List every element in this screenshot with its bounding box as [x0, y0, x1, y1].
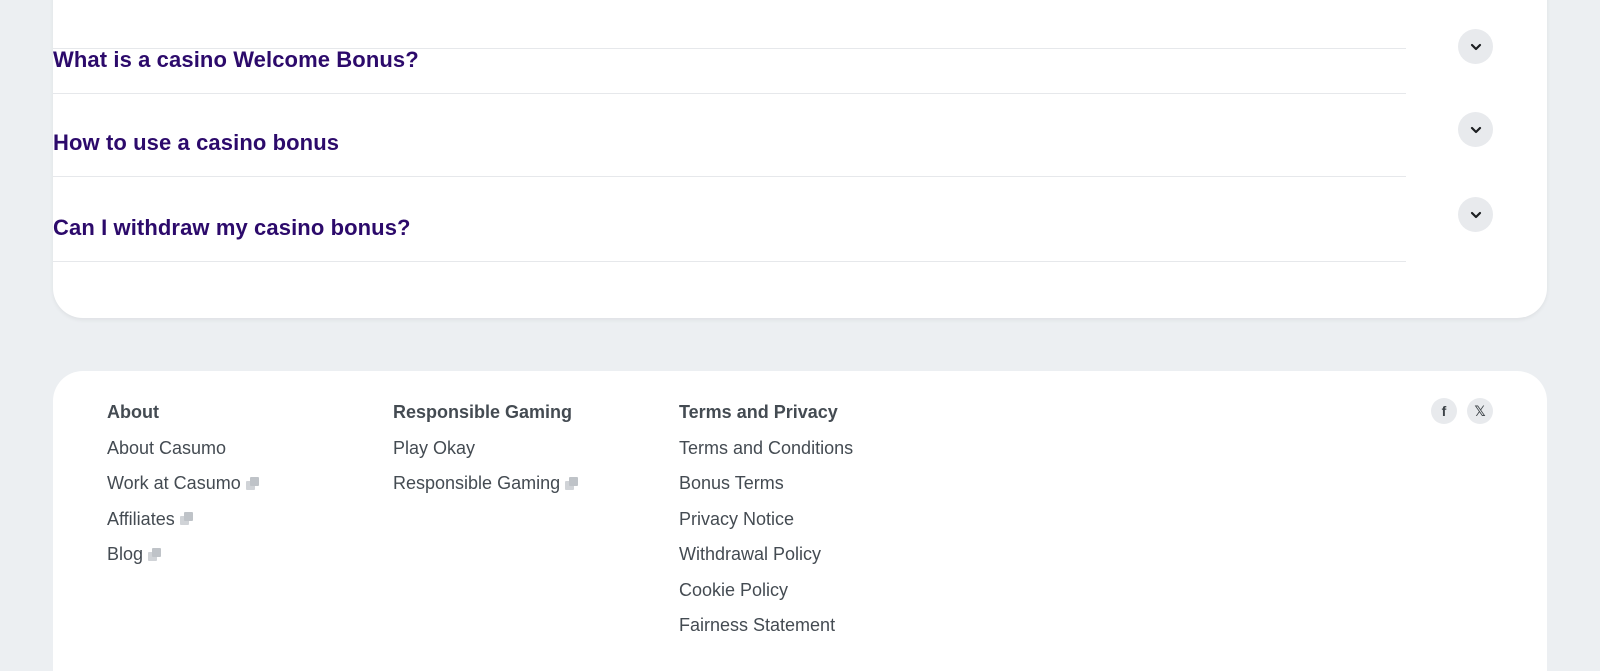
footer-link-work-at-casumo[interactable]: Work at Casumo	[107, 472, 259, 494]
link-label[interactable]: Blog	[107, 543, 143, 565]
external-link-icon	[179, 512, 193, 525]
x-glyph: 𝕏	[1474, 402, 1486, 419]
x-twitter-icon[interactable]: 𝕏	[1467, 398, 1493, 424]
footer-heading: Terms and Privacy	[679, 402, 838, 422]
facebook-icon[interactable]: f	[1431, 398, 1457, 424]
footer-link-withdrawal-policy[interactable]: Withdrawal Policy	[679, 543, 853, 565]
footer-column-responsible-gaming: Responsible Gaming Play Okay Responsible…	[393, 401, 579, 494]
faq-question[interactable]: What is a casino Welcome Bonus?	[53, 47, 419, 73]
footer-link-privacy-notice[interactable]: Privacy Notice	[679, 508, 853, 530]
link-label[interactable]: Privacy Notice	[679, 508, 794, 530]
link-label[interactable]: Terms and Conditions	[679, 437, 853, 459]
footer-link-play-okay[interactable]: Play Okay	[393, 437, 578, 459]
footer-column-about: About About Casumo Work at Casumo Affili…	[107, 401, 259, 565]
footer-heading: Responsible Gaming	[393, 402, 573, 422]
link-label[interactable]: Work at Casumo	[107, 472, 241, 494]
faq-item[interactable]: What is a casino Welcome Bonus?	[53, 9, 1493, 94]
footer-link-bonus-terms[interactable]: Bonus Terms	[679, 472, 853, 494]
link-label[interactable]: Fairness Statement	[679, 614, 835, 636]
faq-question[interactable]: Can I withdraw my casino bonus?	[53, 215, 411, 241]
footer-heading: About	[107, 402, 159, 422]
facebook-glyph: f	[1441, 403, 1447, 419]
link-label[interactable]: Cookie Policy	[679, 579, 788, 601]
link-label[interactable]: Bonus Terms	[679, 472, 784, 494]
faq-item[interactable]: Can I withdraw my casino bonus?	[53, 177, 1493, 262]
footer-link-fairness-statement[interactable]: Fairness Statement	[679, 614, 853, 636]
link-label[interactable]: Affiliates	[107, 508, 175, 530]
external-link-icon	[245, 476, 259, 490]
footer: About About Casumo Work at Casumo Affili…	[53, 371, 1547, 671]
external-link-icon	[148, 547, 162, 561]
footer-column-terms: Terms and Privacy Terms and Conditions B…	[679, 401, 853, 636]
footer-link-affiliates[interactable]: Affiliates	[107, 508, 259, 530]
link-label[interactable]: Responsible Gaming	[393, 472, 560, 494]
link-label[interactable]: Withdrawal Policy	[679, 543, 821, 565]
footer-link-cookie-policy[interactable]: Cookie Policy	[679, 579, 853, 601]
faq-item[interactable]: How to use a casino bonus	[53, 92, 1493, 177]
footer-link-terms-and-conditions[interactable]: Terms and Conditions	[679, 437, 853, 459]
link-label[interactable]: Play Okay	[393, 437, 475, 459]
external-link-icon	[565, 476, 579, 490]
link-label[interactable]: About Casumo	[107, 437, 226, 459]
chevron-down-icon[interactable]	[1458, 29, 1493, 64]
footer-link-about-casumo[interactable]: About Casumo	[107, 437, 259, 459]
faq-question[interactable]: How to use a casino bonus	[53, 130, 339, 156]
chevron-down-icon[interactable]	[1458, 197, 1493, 232]
footer-link-blog[interactable]: Blog	[107, 543, 259, 565]
footer-link-responsible-gaming[interactable]: Responsible Gaming	[393, 472, 579, 494]
chevron-down-icon[interactable]	[1458, 112, 1493, 147]
